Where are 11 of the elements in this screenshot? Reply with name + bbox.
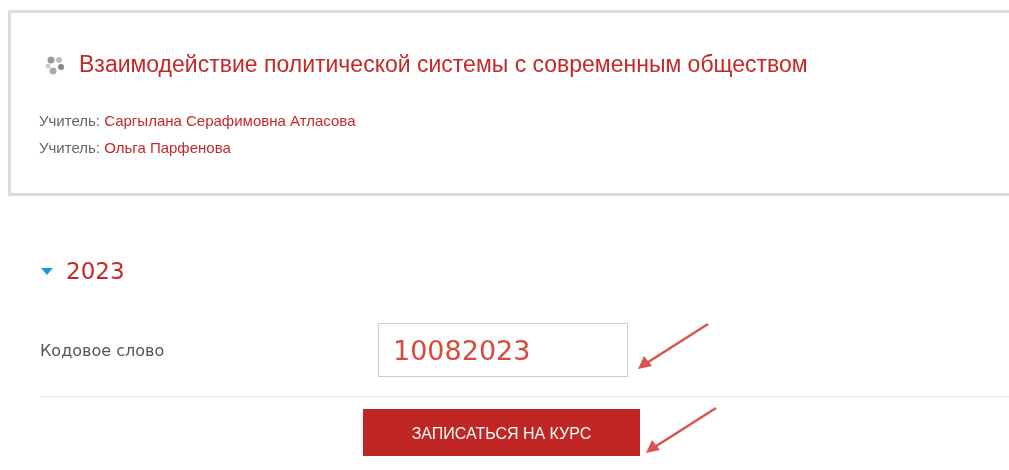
- section-title[interactable]: 2023: [66, 258, 125, 284]
- code-word-field[interactable]: 10082023: [378, 323, 628, 377]
- teacher-link[interactable]: Ольга Парфенова: [104, 139, 231, 156]
- field-label: Кодовое слово: [40, 340, 166, 360]
- course-title[interactable]: Взаимодействие политической системы с современным обществом: [79, 51, 808, 78]
- enroll-button[interactable]: ЗАПИСАТЬСЯ НА КУРС: [363, 409, 640, 456]
- caret-down-icon[interactable]: [40, 266, 54, 276]
- teacher-link[interactable]: Саргылана Серафимовна Атласова: [104, 112, 356, 129]
- teacher-label: Учитель:: [39, 112, 100, 129]
- dots-icon: [45, 54, 65, 75]
- teacher-label: Учитель:: [39, 139, 100, 156]
